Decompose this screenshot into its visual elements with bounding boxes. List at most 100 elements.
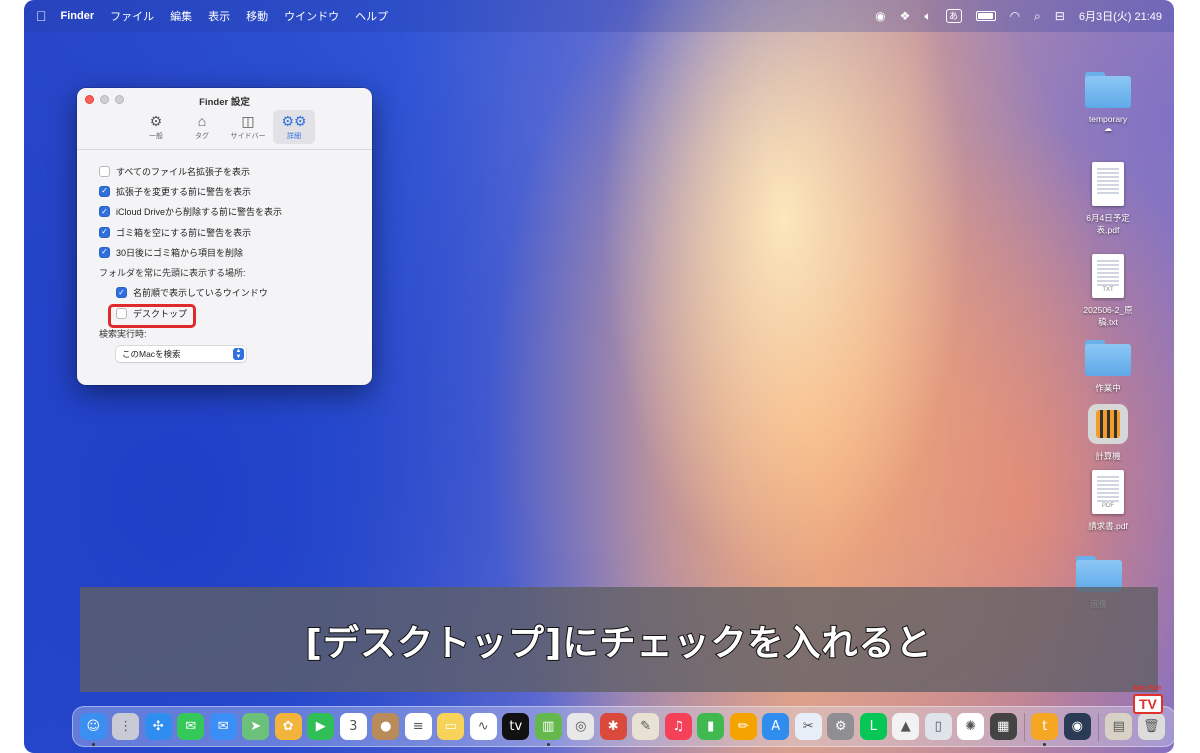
wifi-icon[interactable]: ◠ xyxy=(1010,9,1020,23)
tab-general[interactable]: ⚙ 一般 xyxy=(135,110,177,144)
dock-item-pages[interactable]: ✎ xyxy=(630,711,663,743)
dock-item-contacts[interactable]: ● xyxy=(370,711,403,743)
search-scope-select[interactable]: このMacを検索 ▲ ▼ xyxy=(116,345,246,362)
dock-item-typeface[interactable]: t xyxy=(1029,711,1062,746)
desktop-item-working-folder[interactable]: 作業中 xyxy=(1073,340,1143,394)
checkbox-checked[interactable]: ✓ xyxy=(99,246,110,258)
menu-go[interactable]: 移動 xyxy=(246,8,268,24)
menu-help[interactable]: ヘルプ xyxy=(355,8,388,24)
dock-item-music[interactable]: ♫ xyxy=(662,711,695,743)
dock-item-preview[interactable]: ▤ xyxy=(1103,711,1136,743)
icloud-icon: ☁ xyxy=(1104,124,1112,133)
desktop-item-label: temporary xyxy=(1088,114,1128,124)
checkbox[interactable] xyxy=(99,165,110,177)
menu-app-name[interactable]: Finder xyxy=(61,10,95,22)
menu-view[interactable]: 表示 xyxy=(208,8,230,24)
desktop-item-temporary[interactable]: temporary ☁ xyxy=(1073,72,1143,133)
checkbox-checked[interactable]: ✓ xyxy=(99,226,110,238)
dock-item-toolbox[interactable]: ✱ xyxy=(597,711,630,743)
dock-item-maps[interactable]: ➤ xyxy=(240,711,273,743)
menu-clock[interactable]: 6月3日(火) 21:49 xyxy=(1079,8,1162,24)
option-label: すべてのファイル名拡張子を表示 xyxy=(116,166,251,177)
checkbox-checked[interactable]: ✓ xyxy=(99,206,110,218)
desktop-item-schedule-pdf[interactable]: 6月4日予定表.pdf xyxy=(1073,162,1143,236)
dock-item-photos[interactable]: ✿ xyxy=(272,711,305,743)
dock-item-chrome[interactable]: ◎ xyxy=(565,711,598,743)
dock-item-keynote-numbers[interactable]: ▮ xyxy=(695,711,728,743)
dock-item-line[interactable]: L xyxy=(857,711,890,743)
iphone-mirroring-icon: ▯ xyxy=(924,713,952,740)
dock-item-reminders[interactable]: ≡ xyxy=(402,711,435,743)
dock-item-system-settings[interactable]: ⚙ xyxy=(825,711,858,743)
option-label: 名前順で表示しているウインドウ xyxy=(133,288,268,299)
reminders-icon: ≡ xyxy=(404,713,432,740)
input-method-badge[interactable]: あ xyxy=(945,9,962,23)
notes-icon: ▭ xyxy=(437,713,465,740)
spotlight-search-icon[interactable]: ⌕ xyxy=(1034,9,1041,24)
option-warn-empty-trash[interactable]: ✓ ゴミ箱を空にする前に警告を表示 xyxy=(99,222,372,242)
desktop-item-calculator[interactable]: 計算機 xyxy=(1073,404,1143,462)
brand-tv-text: TV xyxy=(1133,694,1163,714)
folder-icon xyxy=(1085,72,1131,108)
settings-content: すべてのファイル名拡張子を表示 ✓ 拡張子を変更する前に警告を表示 ✓ iClo… xyxy=(77,150,372,362)
option-label: 拡張子を変更する前に警告を表示 xyxy=(116,186,252,197)
dropbox-icon[interactable]: ❖ xyxy=(900,9,911,23)
sidebar-icon: ◫ xyxy=(241,113,255,129)
menu-file[interactable]: ファイル xyxy=(110,8,154,24)
battery-icon[interactable] xyxy=(975,11,996,21)
dock-item-messages[interactable]: ✉ xyxy=(175,711,208,743)
tab-sidebar[interactable]: ◫ サイドバー xyxy=(227,110,269,144)
tab-tags[interactable]: ⌂ タグ xyxy=(181,110,223,144)
dock-item-mail[interactable]: ✉ xyxy=(207,711,240,743)
pencil-app-icon: ✏ xyxy=(729,713,757,740)
checkbox-checked[interactable]: ✓ xyxy=(116,287,127,299)
chevron-updown-icon: ▲ ▼ xyxy=(233,347,244,360)
dock-item-pencil-app[interactable]: ✏ xyxy=(727,711,760,743)
brand-logo: Mac Fan TV xyxy=(1133,685,1173,714)
checkbox-checked[interactable]: ✓ xyxy=(99,185,110,197)
dock-item-freeform[interactable]: ∿ xyxy=(467,711,500,743)
dock-item-calculator[interactable]: ▦ xyxy=(987,711,1020,743)
menu-window[interactable]: ウインドウ xyxy=(284,8,339,24)
dock-item-affinity[interactable]: ▲ xyxy=(890,711,923,743)
control-center-icon[interactable]: ⊟ xyxy=(1055,9,1065,23)
dock-item-safari[interactable]: ✣ xyxy=(142,711,175,743)
desktop-item-invoice-pdf[interactable]: PDF 請求書.pdf xyxy=(1073,470,1143,532)
dock-item-launchpad[interactable]: ⋮ xyxy=(110,711,143,743)
volume-icon[interactable]: 🔈︎ xyxy=(924,9,931,24)
dock-item-app-store[interactable]: A xyxy=(760,711,793,743)
desktop-item-label: 請求書.pdf xyxy=(1088,521,1128,531)
dock-item-tv[interactable]: tv xyxy=(500,711,533,743)
running-indicator xyxy=(1043,742,1047,746)
line-icon: L xyxy=(859,713,887,740)
option-remove-trash-30-days[interactable]: ✓ 30日後にゴミ箱から項目を削除 xyxy=(99,242,372,262)
option-folders-top-windows[interactable]: ✓ 名前順で表示しているウインドウ xyxy=(116,283,372,303)
dock-item-iphone-mirroring[interactable]: ▯ xyxy=(922,711,955,743)
brand-small-text: Mac Fan xyxy=(1133,685,1162,692)
record-icon[interactable]: ◉ xyxy=(875,9,885,23)
menu-edit[interactable]: 編集 xyxy=(170,8,192,24)
dock-item-numbers[interactable]: ▥ xyxy=(532,711,565,746)
messages-icon: ✉ xyxy=(177,713,205,740)
desktop-item-manuscript-txt[interactable]: TXT 202506-2_原稿.txt xyxy=(1073,254,1143,328)
tab-advanced[interactable]: ⚙⚙ 詳細 xyxy=(273,110,315,144)
option-warn-icloud-remove[interactable]: ✓ iCloud Driveから削除する前に警告を表示 xyxy=(99,202,372,222)
dock-item-chatgpt[interactable]: ✺ xyxy=(955,711,988,743)
dock-item-facetime[interactable]: ▶ xyxy=(305,711,338,743)
highlight-annotation xyxy=(108,304,196,328)
apple-menu-icon[interactable]:  xyxy=(36,8,47,24)
caption-band: [デスクトップ]にチェックを入れると xyxy=(80,587,1158,692)
dock-item-calendar[interactable]: 3 xyxy=(337,711,370,743)
option-show-extensions[interactable]: すべてのファイル名拡張子を表示 xyxy=(99,161,372,181)
calculator-icon: ▦ xyxy=(989,713,1017,740)
desktop-item-label: 6月4日予定表.pdf xyxy=(1086,213,1130,235)
numbers-icon: ▥ xyxy=(534,713,562,740)
dock-item-notes[interactable]: ▭ xyxy=(435,711,468,743)
dock-item-trash[interactable]: 🗑 xyxy=(1135,711,1168,743)
option-warn-extension-change[interactable]: ✓ 拡張子を変更する前に警告を表示 xyxy=(99,181,372,201)
folders-on-top-label: フォルダを常に先頭に表示する場所: xyxy=(99,268,246,279)
dock-item-finder[interactable]: ☺ xyxy=(77,711,110,746)
dock-item-quicktime[interactable]: ◉ xyxy=(1061,711,1094,743)
dock-item-xcode[interactable]: ✂ xyxy=(792,711,825,743)
dock: ☺ ⋮ ✣ ✉ ✉ ➤ ✿ ▶ 3 ● ≡ ▭ ∿ tv ▥ ◎ ✱ ✎ ♫ ▮ ✏ A ✂ ⚙ L ▲ ▯ ✺ ▦ t ◉ ▤ 🗑 xyxy=(72,706,1174,747)
